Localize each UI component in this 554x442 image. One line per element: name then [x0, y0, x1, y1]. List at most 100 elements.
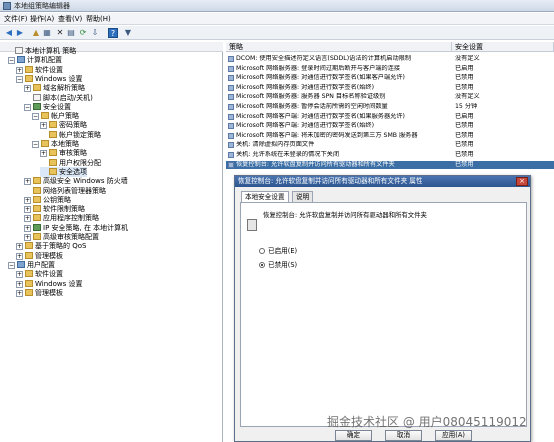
tree-node-label: 管理模板 — [35, 251, 63, 260]
expand-icon[interactable]: + — [16, 271, 23, 279]
expand-icon[interactable]: + — [24, 224, 31, 232]
table-row[interactable]: 关机: 清除虚拟内存页面文件 已禁用 — [226, 141, 554, 149]
folder-icon — [41, 112, 49, 120]
cancel-button[interactable]: 取消 — [385, 430, 422, 441]
table-row[interactable]: Microsoft 网络客户端: 将未加密的密码发送到第三方 SMB 服务器 已禁… — [226, 132, 554, 140]
tree-node-label: 高级安全 Windows 防火墙 — [43, 177, 128, 186]
policy-name: 关机: 清除虚拟内存页面文件 — [236, 141, 315, 149]
tree-node-label: IP 安全策略, 在 本地计算机 — [43, 223, 129, 232]
collapse-icon[interactable]: − — [24, 103, 31, 111]
menu-file[interactable]: 文件(F) — [4, 14, 28, 24]
up-folder-icon[interactable]: ▲ — [31, 28, 41, 38]
folder-icon — [33, 186, 41, 194]
radio-disabled[interactable]: 已禁用(S) — [259, 260, 297, 270]
app-icon — [3, 2, 11, 10]
policy-name: 关机: 允许系统在未登录的情况下关闭 — [236, 151, 340, 158]
properties-icon[interactable]: ▤ — [66, 28, 76, 38]
refresh-icon[interactable]: ⟳ — [78, 28, 88, 38]
column-header-policy[interactable]: 策略 — [226, 42, 452, 52]
table-row[interactable]: 恢复控制台: 允许软盘复制并访问所有驱动器和所有文件夹 已禁用 — [226, 160, 554, 169]
forward-arrow-icon[interactable]: ▶ — [15, 28, 25, 38]
policy-description: 恢复控制台: 允许软盘复制并访问所有驱动器和所有文件夹 — [263, 211, 427, 219]
collapse-icon[interactable]: − — [8, 57, 15, 65]
table-row[interactable]: DCOM: 使用安全描述符定义语言(SDDL)语法的计算机启动限制 没有定义 — [226, 55, 554, 63]
policy-item-icon — [228, 84, 234, 91]
tree-node-label: 脚本(启动/关机) — [43, 93, 93, 102]
expand-icon[interactable]: + — [24, 196, 31, 204]
policy-setting: 已启用 — [455, 112, 474, 120]
expand-icon[interactable]: + — [24, 234, 31, 241]
folder-icon — [25, 74, 33, 82]
menu-action[interactable]: 操作(A) — [30, 14, 54, 24]
table-row[interactable]: Microsoft 网络客户端: 对通信进行数字签名(如果服务器允许) 已启用 — [226, 113, 554, 121]
tree-node-label: 帐户锁定策略 — [59, 130, 101, 139]
policy-doc-icon — [33, 93, 41, 101]
expand-icon[interactable]: + — [24, 215, 31, 223]
dialog-title[interactable]: 恢复控制台: 允许软盘复制并访问所有驱动器和所有文件夹 属性 — [235, 176, 530, 187]
menu-view[interactable]: 查看(V) — [58, 14, 82, 24]
shield-icon — [33, 223, 41, 231]
radio-disabled-indicator[interactable] — [259, 262, 265, 268]
collapse-icon[interactable]: − — [32, 141, 39, 148]
expand-icon[interactable]: + — [16, 66, 23, 74]
policy-item-icon — [228, 132, 234, 139]
filter-icon[interactable]: ▼ — [123, 28, 133, 38]
policy-setting: 没有定义 — [455, 93, 480, 101]
expand-icon[interactable]: + — [40, 122, 47, 130]
show-tree-icon[interactable]: ▦ — [42, 28, 52, 38]
ok-button[interactable]: 确定 — [335, 430, 372, 441]
tree-node-label: 软件设置 — [35, 65, 63, 74]
table-row[interactable]: Microsoft 网络服务器: 服务器 SPN 目标名称验证级别 没有定义 — [226, 93, 554, 101]
folder-icon — [25, 242, 33, 250]
collapse-icon[interactable]: − — [16, 75, 23, 83]
tree-node-label: Windows 设置 — [35, 279, 83, 288]
toolbar: ◀ ▶ ▲ ▦ ✕ ▤ ⟳ ⇩ ? ▼ — [0, 26, 554, 40]
export-icon[interactable]: ⇩ — [90, 28, 100, 38]
policy-icon — [247, 219, 257, 231]
table-row[interactable]: Microsoft 网络服务器: 暂停会话前所需的空闲时间数量 15 分钟 — [226, 103, 554, 111]
help-icon[interactable]: ? — [108, 28, 118, 38]
folder-icon — [49, 167, 57, 175]
expand-icon[interactable]: + — [16, 280, 23, 288]
table-row[interactable]: 关机: 允许系统在未登录的情况下关闭 已禁用 — [226, 151, 554, 159]
folder-icon — [25, 288, 33, 296]
collapse-icon[interactable]: − — [32, 113, 39, 121]
expand-icon[interactable]: + — [16, 243, 23, 251]
folder-icon — [49, 158, 57, 166]
policy-setting: 已禁用 — [455, 160, 474, 168]
policy-item-icon — [228, 161, 234, 168]
tree-node-label: 审核策略 — [59, 149, 87, 158]
expand-icon[interactable]: + — [24, 85, 31, 93]
expand-icon[interactable]: + — [40, 150, 47, 158]
close-icon[interactable]: × — [516, 177, 528, 186]
table-row[interactable]: Microsoft 网络服务器: 对通信进行数字签名(始终) 已禁用 — [226, 84, 554, 92]
watermark: 掘金技术社区 @ 用户0804511​9012 — [327, 415, 527, 429]
table-row[interactable]: Microsoft 网络服务器: 对通信进行数字签名(如果客户端允许) 已禁用 — [226, 74, 554, 82]
delete-icon[interactable]: ✕ — [55, 28, 65, 38]
tree-node[interactable]: + 管理模板 — [16, 288, 63, 298]
radio-enabled-indicator[interactable] — [259, 248, 265, 254]
menu-bar: 文件(F) 操作(A) 查看(V) 帮助(H) — [0, 13, 554, 25]
tree-pane[interactable]: 本地计算机 策略 − 计算机配置 + 软件设置 − Windows 设置 + 域名解析策略 脚本(… — [0, 42, 223, 442]
policy-name: Microsoft 网络服务器: 服务器 SPN 目标名称验证级别 — [236, 93, 386, 101]
menu-help[interactable]: 帮助(H) — [86, 14, 111, 24]
radio-enabled[interactable]: 已启用(E) — [259, 246, 297, 256]
table-row[interactable]: Microsoft 网络客户端: 对通信进行数字签名(始终) 已禁用 — [226, 122, 554, 130]
folder-icon — [25, 251, 33, 259]
folder-icon — [33, 233, 41, 240]
expand-icon[interactable]: + — [16, 252, 23, 260]
apply-button[interactable]: 应用(A) — [435, 430, 472, 441]
expand-icon[interactable]: + — [24, 178, 31, 186]
back-arrow-icon[interactable]: ◀ — [4, 28, 14, 38]
title-bar: 本地组策略编辑器 — [0, 0, 554, 12]
column-header-setting[interactable]: 安全设置 — [452, 42, 554, 52]
tree-node-label: 本地策略 — [51, 140, 79, 148]
tree-node-label: 用户权限分配 — [59, 158, 101, 167]
expand-icon[interactable]: + — [16, 289, 23, 297]
collapse-icon[interactable]: − — [8, 261, 15, 269]
table-row[interactable]: Microsoft 网络服务器: 登录时间过期后断开与客户端的连接 已启用 — [226, 65, 554, 73]
policy-setting: 已禁用 — [455, 141, 474, 149]
tab-explain[interactable]: 说明 — [292, 191, 314, 202]
policy-name: Microsoft 网络服务器: 对通信进行数字签名(如果客户端允许) — [236, 74, 405, 82]
expand-icon[interactable]: + — [24, 206, 31, 214]
